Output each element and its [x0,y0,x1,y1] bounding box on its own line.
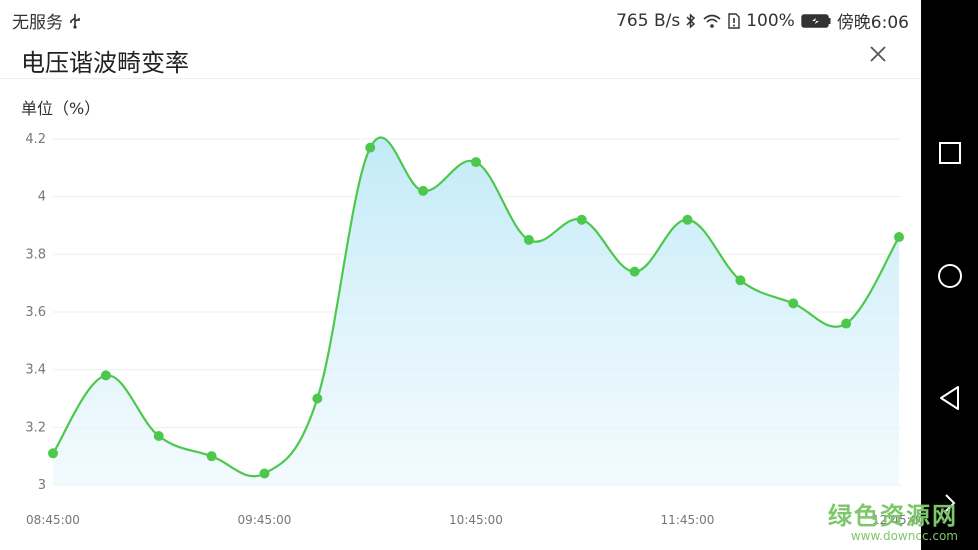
recent-apps-icon[interactable] [935,138,965,168]
battery-icon [801,13,831,28]
y-tick-label: 3 [38,478,46,493]
clock: 傍晚6:06 [836,13,909,33]
bluetooth-icon [686,12,696,29]
data-point [629,266,640,277]
y-tick-label: 3.6 [25,305,46,320]
status-right: 765 B/s 100% 傍晚6:06 [616,8,909,34]
data-point [735,275,746,286]
data-point [788,298,799,309]
navigation-bar [921,0,978,550]
close-icon[interactable] [867,43,889,65]
data-point [206,451,217,462]
data-point [471,157,481,168]
network-speed: 765 B/s [616,10,681,31]
y-tick-label: 4.2 [25,132,46,147]
carrier-text: 无服务 [12,13,63,33]
watermark-sub: www.downcc.com [850,529,958,543]
watermark: 绿色资源网 www.downcc.com [828,496,958,543]
battery-percent: 100% [746,10,795,31]
wifi-icon [702,13,722,29]
data-point [312,393,323,404]
data-point [418,185,429,196]
home-icon[interactable] [935,261,965,291]
x-tick-label: 09:45:00 [238,513,292,527]
unit-label: 单位（%） [21,99,101,118]
sim-icon [728,12,740,29]
data-point [365,142,376,153]
status-left: 无服务 [12,8,81,33]
page-title: 电压谐波畸变率 [21,49,189,77]
data-point [48,448,58,459]
data-point [682,214,693,225]
y-tick-label: 3.8 [25,247,46,262]
status-bar: 无服务 765 B/s 100% 傍晚6:06 [0,0,921,38]
watermark-main: 绿色资源网 [828,502,958,530]
data-point [523,234,534,245]
data-point [841,318,852,329]
y-tick-label: 4 [38,190,46,205]
data-point [894,232,904,243]
y-tick-label: 3.2 [25,420,46,435]
data-point [153,430,164,441]
data-point [259,468,270,479]
x-tick-label: 10:45:00 [449,513,503,527]
page-header: 电压谐波畸变率 [0,38,921,79]
series-area [53,137,899,485]
y-tick-label: 3.4 [25,363,46,378]
line-chart: 3 3.2 3.4 3.6 3.8 4 4.2 08:45:00 09:45:00 10:45:… [25,132,921,527]
data-point [100,370,111,381]
data-point [576,214,587,225]
x-tick-label: 11:45:00 [661,513,715,527]
back-icon[interactable] [935,383,965,413]
x-axis: 08:45:00 09:45:00 10:45:00 11:45:00 12:45:00 [26,513,921,527]
usb-icon [69,13,81,29]
y-axis: 3 3.2 3.4 3.6 3.8 4 4.2 [25,132,46,493]
x-tick-label: 08:45:00 [26,513,80,527]
